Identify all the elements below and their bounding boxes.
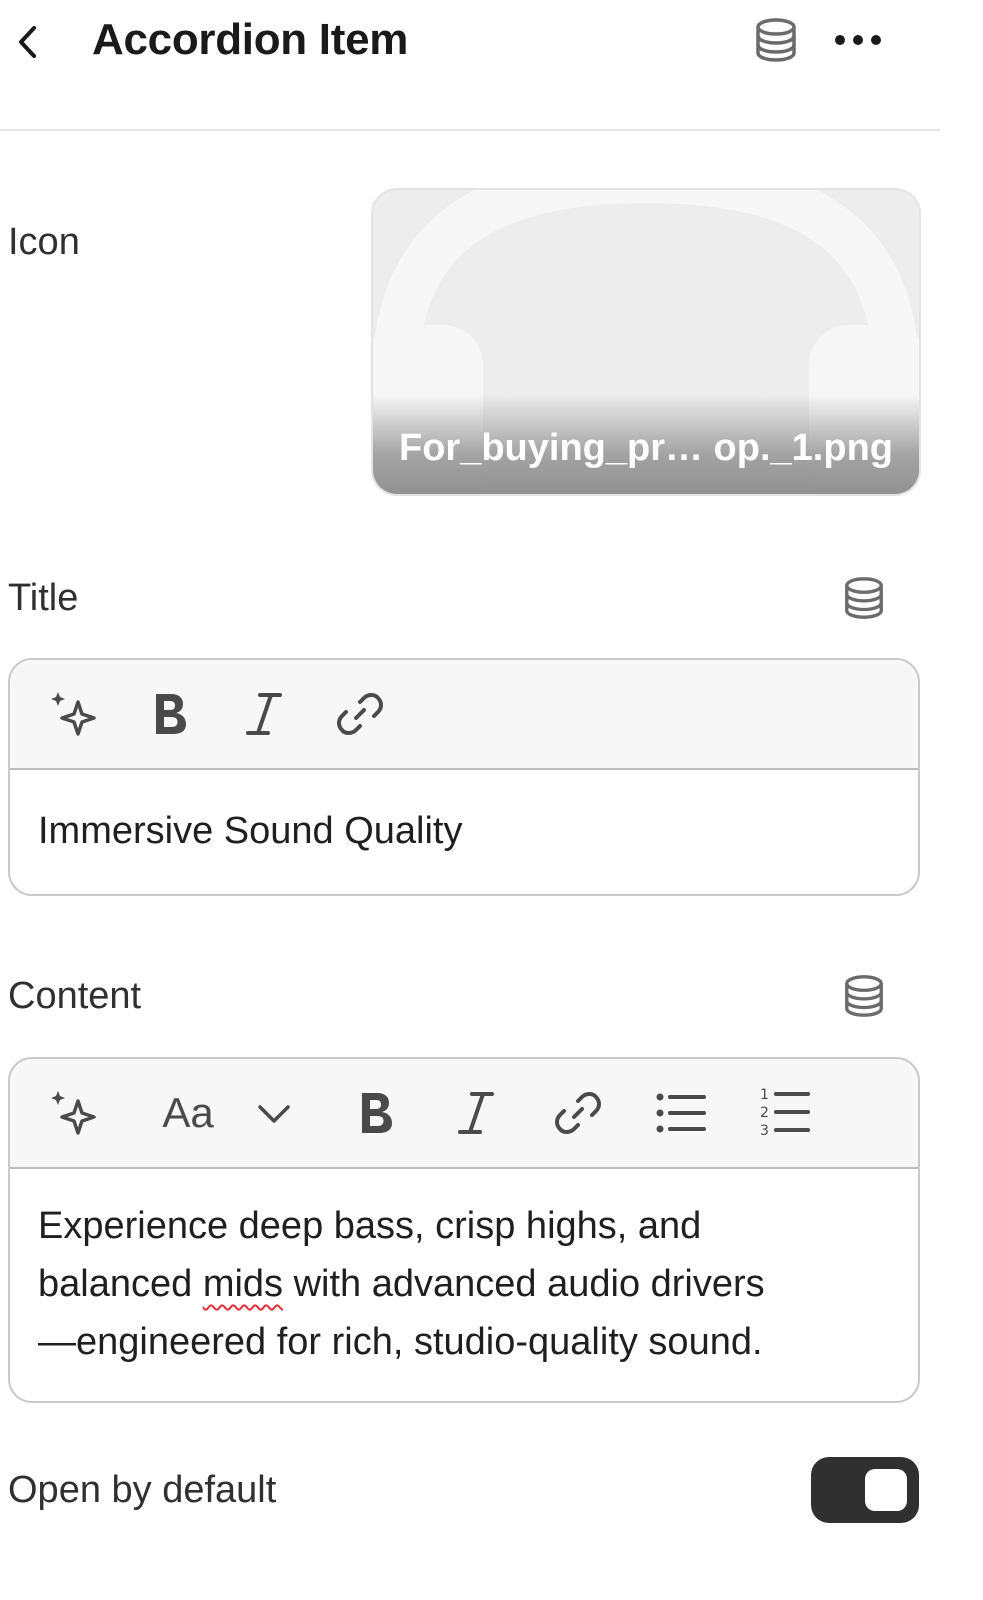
content-dynamic-source-button[interactable]: [836, 968, 892, 1024]
open-by-default-toggle[interactable]: [811, 1457, 919, 1523]
magic-icon: [51, 692, 96, 736]
chevron-down-icon: [258, 1105, 290, 1123]
content-editor: Aa 1 2 3 Experience deep bass, crisp hig…: [8, 1057, 920, 1403]
chevron-left-icon: [19, 26, 36, 58]
icon-image-picker[interactable]: For_buying_pr… op._1.png: [371, 188, 921, 496]
more-horizontal-icon: [835, 35, 881, 45]
title-magic-button[interactable]: [40, 682, 108, 746]
content-line: Experience deep bass, crisp highs, and: [38, 1205, 702, 1247]
bold-icon: [156, 694, 186, 734]
title-link-button[interactable]: [324, 682, 396, 746]
title-dynamic-source-button[interactable]: [836, 570, 892, 626]
content-italic-button[interactable]: [442, 1081, 510, 1145]
italic-icon: [458, 1092, 494, 1134]
database-icon: [756, 18, 796, 62]
bullet-list-icon: [656, 1093, 706, 1133]
svg-text:2: 2: [760, 1105, 769, 1121]
svg-text:3: 3: [760, 1123, 769, 1139]
text-style-icon: Aa: [162, 1089, 214, 1136]
content-magic-button[interactable]: [40, 1081, 108, 1145]
content-text-segment: with advanced audio drivers: [283, 1263, 765, 1305]
spellcheck-word: mids: [202, 1263, 284, 1305]
content-text-segment: balanced: [38, 1263, 203, 1305]
open-by-default-label: Open by default: [8, 1469, 277, 1511]
title-italic-button[interactable]: [230, 682, 298, 746]
content-label: Content: [8, 975, 142, 1017]
page-title: Accordion Item: [92, 15, 409, 64]
title-input[interactable]: Immersive Sound Quality: [38, 802, 894, 860]
database-icon: [845, 577, 883, 619]
link-icon: [337, 693, 383, 735]
bullet-list-button[interactable]: [644, 1081, 718, 1145]
bold-icon: [362, 1093, 392, 1133]
link-icon: [555, 1092, 601, 1134]
back-button[interactable]: [6, 14, 50, 70]
toggle-knob: [865, 1469, 907, 1511]
numbered-list-icon: 1 2 3: [760, 1087, 810, 1139]
numbered-list-button[interactable]: 1 2 3: [748, 1081, 822, 1145]
content-line: —engineered for rich, studio-quality sou…: [38, 1321, 763, 1363]
title-label: Title: [8, 577, 79, 619]
magic-icon: [51, 1091, 96, 1135]
title-toolbar: [10, 660, 918, 770]
dynamic-source-button[interactable]: [748, 12, 804, 68]
content-link-button[interactable]: [542, 1081, 614, 1145]
image-filename: For_buying_pr… op._1.png: [398, 427, 894, 469]
more-options-button[interactable]: [830, 12, 886, 68]
italic-icon: [246, 693, 282, 735]
title-bold-button[interactable]: [136, 682, 204, 746]
svg-text:1: 1: [760, 1087, 769, 1103]
text-style-button[interactable]: Aa: [150, 1081, 226, 1145]
content-input[interactable]: Experience deep bass, crisp highs, and b…: [38, 1197, 894, 1371]
icon-label: Icon: [8, 221, 80, 263]
content-toolbar: Aa 1 2 3: [10, 1059, 918, 1169]
content-line: balanced mids with advanced audio driver…: [38, 1255, 894, 1313]
database-icon: [845, 975, 883, 1017]
header-divider: [0, 129, 940, 131]
text-style-dropdown[interactable]: [246, 1081, 302, 1145]
content-bold-button[interactable]: [342, 1081, 410, 1145]
title-editor: Immersive Sound Quality: [8, 658, 920, 896]
